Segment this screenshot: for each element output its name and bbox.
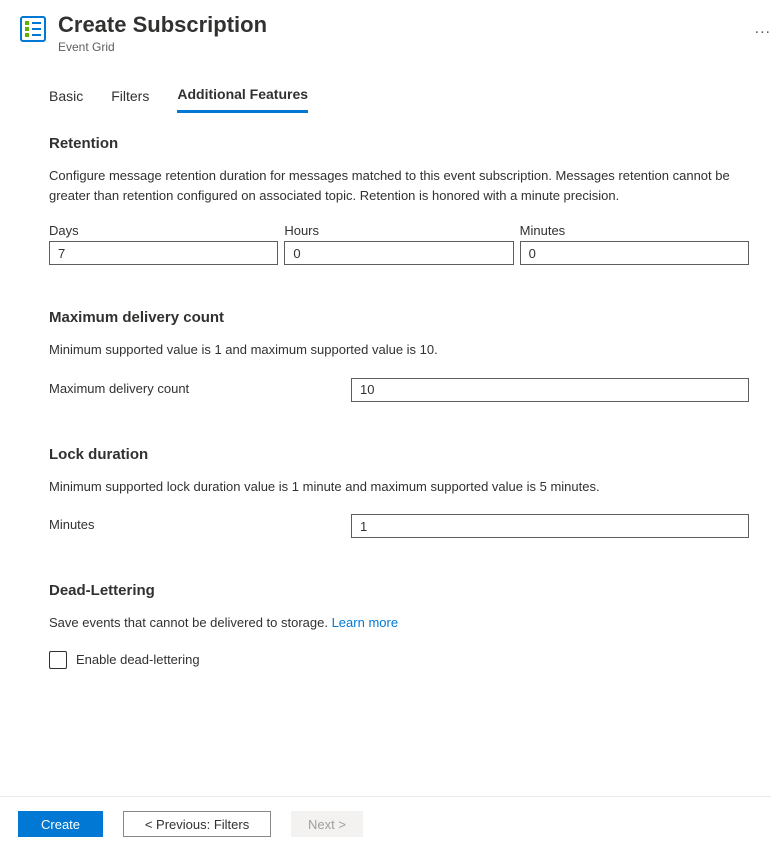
minutes-label: Minutes: [520, 223, 749, 238]
dead-lettering-description: Save events that cannot be delivered to …: [49, 613, 749, 633]
retention-heading: Retention: [49, 135, 749, 152]
page-subtitle: Event Grid: [58, 40, 723, 54]
tab-filters[interactable]: Filters: [111, 86, 149, 113]
dead-lettering-text: Save events that cannot be delivered to …: [49, 615, 332, 630]
max-delivery-description: Minimum supported value is 1 and maximum…: [49, 340, 749, 360]
previous-button[interactable]: < Previous: Filters: [123, 811, 271, 837]
max-delivery-label: Maximum delivery count: [49, 381, 345, 396]
lock-minutes-input[interactable]: [351, 514, 749, 538]
tab-basic[interactable]: Basic: [49, 86, 83, 113]
minutes-input[interactable]: [520, 241, 749, 265]
hours-label: Hours: [284, 223, 513, 238]
create-button[interactable]: Create: [18, 811, 103, 837]
more-button[interactable]: ...: [755, 20, 771, 38]
tab-additional-features[interactable]: Additional Features: [177, 86, 308, 113]
lock-minutes-label: Minutes: [49, 517, 345, 532]
enable-dead-lettering-label: Enable dead-lettering: [76, 652, 200, 667]
days-input[interactable]: [49, 241, 278, 265]
max-delivery-input[interactable]: [351, 378, 749, 402]
page-title: Create Subscription: [58, 12, 723, 38]
retention-description: Configure message retention duration for…: [49, 166, 749, 205]
learn-more-link[interactable]: Learn more: [332, 615, 398, 630]
hours-input[interactable]: [284, 241, 513, 265]
lock-duration-heading: Lock duration: [49, 446, 749, 463]
lock-duration-description: Minimum supported lock duration value is…: [49, 477, 749, 497]
subscription-icon: [18, 14, 48, 44]
next-button[interactable]: Next >: [291, 811, 363, 837]
days-label: Days: [49, 223, 278, 238]
enable-dead-lettering-checkbox[interactable]: [49, 651, 67, 669]
dead-lettering-heading: Dead-Lettering: [49, 582, 749, 599]
max-delivery-heading: Maximum delivery count: [49, 309, 749, 326]
